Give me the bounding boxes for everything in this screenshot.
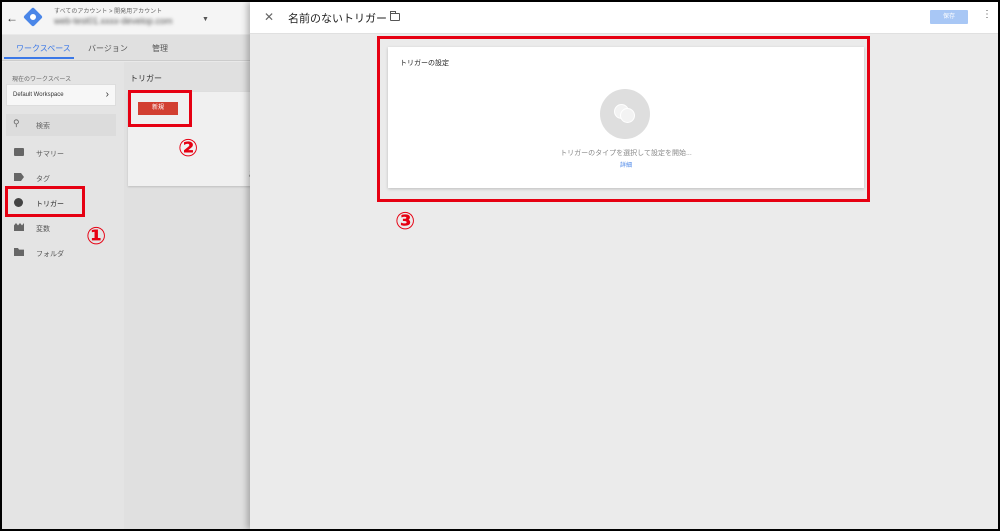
top-bar: ← すべてのアカウント > 開発用アカウント web-test01.xxxx-d… (2, 2, 252, 34)
tab-workspace[interactable]: ワークスペース (16, 43, 71, 54)
sidebar: 現在のワークスペース Default Workspace › ⚲ 検索 サマリー… (2, 62, 124, 529)
folder-icon[interactable] (390, 11, 400, 21)
more-vert-icon[interactable]: ⋮ (982, 9, 992, 20)
workspace-selector[interactable]: Default Workspace › (6, 84, 116, 106)
trigger-list-area: トリガー こ 新規 (124, 62, 256, 529)
search-box[interactable]: ⚲ 検索 (6, 114, 116, 136)
tab-admin[interactable]: 管理 (152, 43, 168, 54)
annotation-marker-2: ② (178, 134, 199, 162)
gtm-logo-icon (23, 7, 43, 27)
search-input[interactable]: 検索 (36, 121, 50, 131)
annotation-marker-3: ③ (395, 207, 416, 235)
sidebar-item-label: タグ (36, 176, 50, 183)
highlight-trigger-config (377, 36, 870, 202)
search-icon: ⚲ (13, 118, 20, 128)
tab-version[interactable]: バージョン (88, 43, 128, 54)
workspace-tabs: ワークスペース バージョン 管理 (2, 35, 252, 61)
sidebar-item-label: サマリー (36, 151, 64, 158)
gtm-background-app: ← すべてのアカウント > 開発用アカウント web-test01.xxxx-d… (2, 2, 256, 529)
container-name[interactable]: web-test01.xxxx-develop.com (54, 16, 173, 26)
workspace-name: Default Workspace (13, 92, 64, 98)
active-tab-indicator (4, 57, 74, 59)
trigger-name-title[interactable]: 名前のないトリガー (288, 10, 387, 26)
panel-header: ✕ 名前のないトリガー 保存 ⋮ (250, 2, 998, 34)
folder-icon (14, 248, 24, 256)
back-arrow-icon[interactable]: ← (6, 11, 18, 25)
sidebar-item-label: フォルダ (36, 251, 64, 258)
save-button[interactable]: 保存 (930, 10, 968, 24)
sidebar-item-label: 変数 (36, 226, 50, 233)
variable-icon (14, 223, 24, 231)
sidebar-item-summary[interactable]: サマリー (2, 142, 124, 164)
screenshot-frame: ← すべてのアカウント > 開発用アカウント web-test01.xxxx-d… (2, 2, 998, 529)
chevron-down-icon[interactable]: ▼ (202, 16, 209, 23)
highlight-new-button (128, 90, 192, 127)
annotation-marker-1: ① (86, 222, 107, 250)
close-icon[interactable]: ✕ (264, 10, 274, 24)
workspace-label: 現在のワークスペース (12, 77, 72, 83)
tag-icon (14, 173, 24, 181)
page-title: トリガー (130, 74, 162, 83)
highlight-triggers-nav (5, 186, 85, 217)
summary-icon (14, 148, 24, 156)
chevron-right-icon: › (105, 89, 109, 100)
breadcrumb[interactable]: すべてのアカウント > 開発用アカウント (54, 6, 162, 15)
